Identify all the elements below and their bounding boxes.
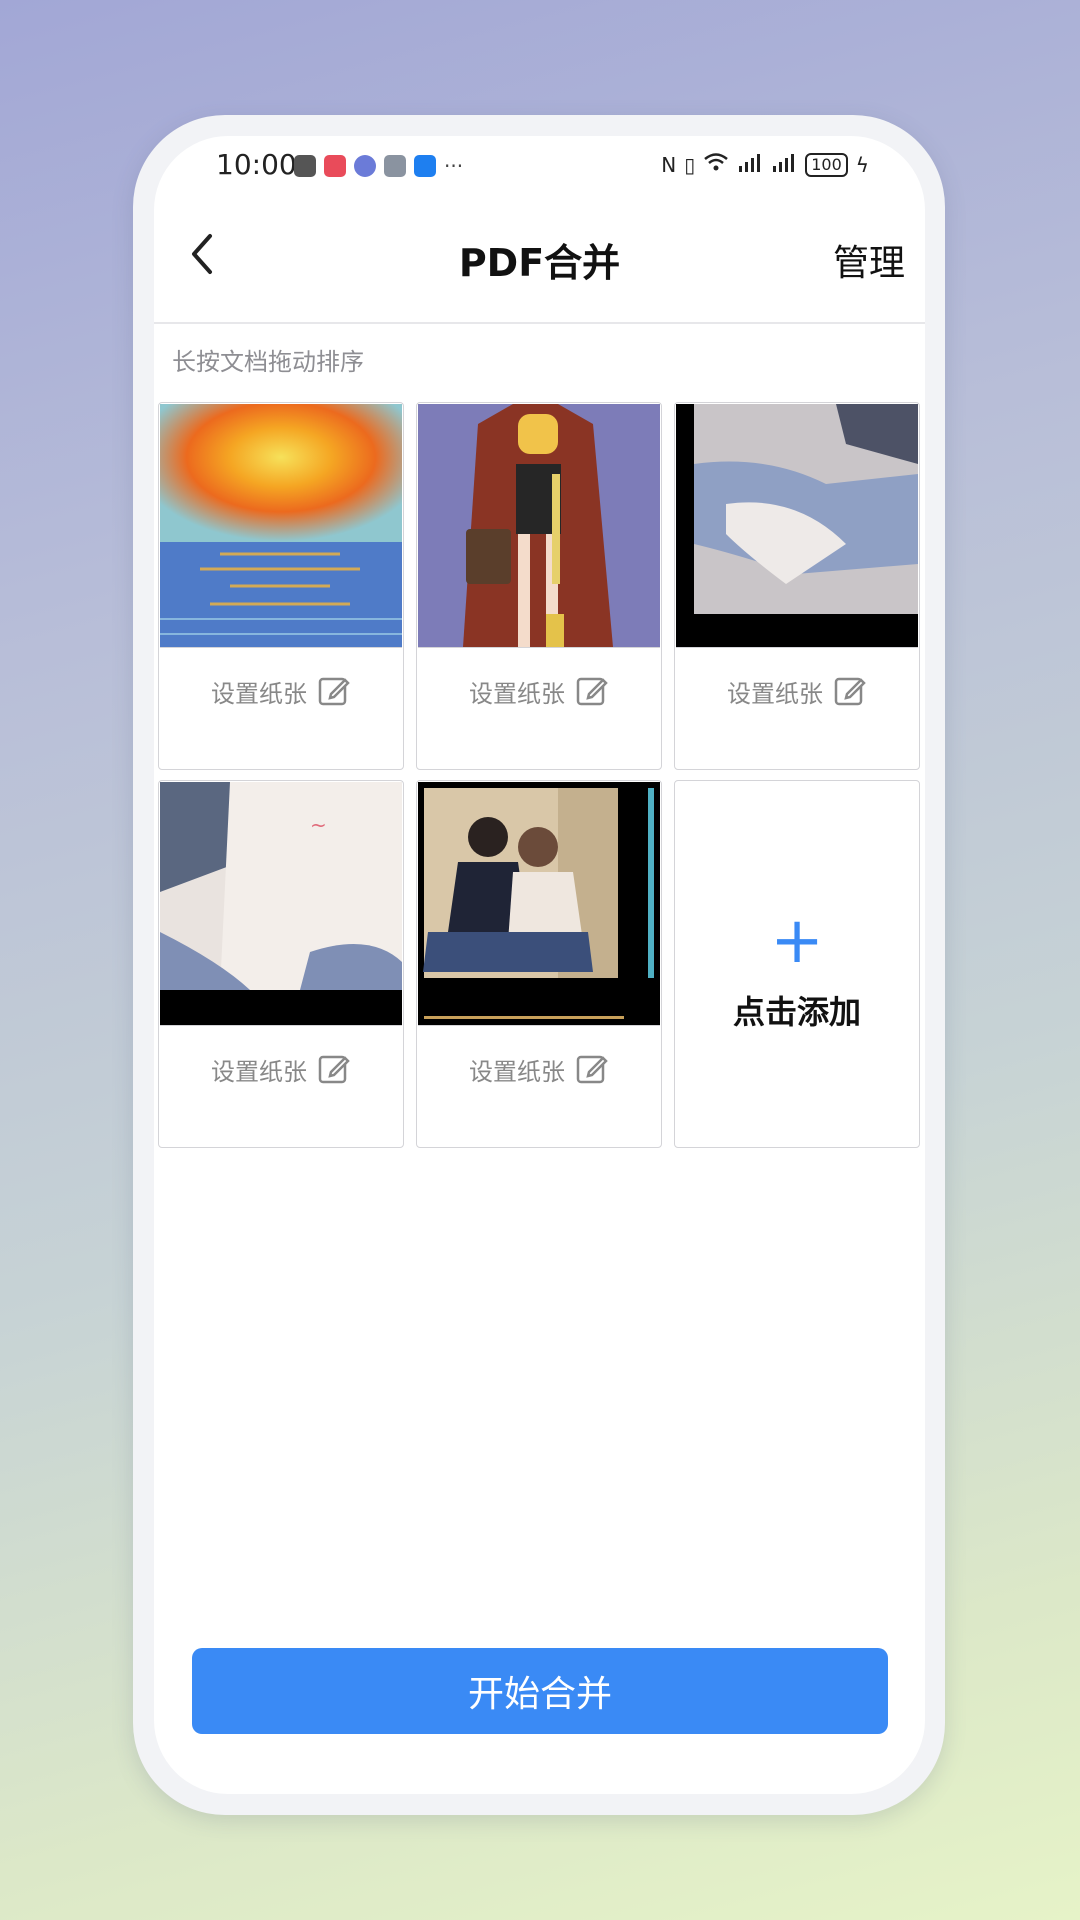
edit-icon: [318, 677, 350, 706]
huawei-app-icon: [324, 155, 346, 177]
set-paper-label: 设置纸张: [469, 679, 565, 708]
manage-button[interactable]: 管理: [833, 234, 905, 286]
document-thumbnail[interactable]: [676, 404, 918, 648]
document-card[interactable]: ~ 设置纸张: [158, 780, 404, 1148]
set-paper-button[interactable]: 设置纸张: [417, 671, 661, 711]
app-header: PDF合并 管理: [154, 196, 925, 324]
add-document-button[interactable]: + 点击添加: [674, 780, 920, 1148]
weather-icon: [414, 155, 436, 177]
music-icon: [354, 155, 376, 177]
set-paper-button[interactable]: 设置纸张: [675, 671, 919, 711]
signal-icon-1: [737, 152, 763, 177]
vibrate-icon: ▯: [684, 152, 696, 177]
document-card[interactable]: 设置纸张: [158, 402, 404, 770]
document-card[interactable]: 设置纸张: [416, 402, 662, 770]
mail-icon: [294, 155, 316, 177]
plus-icon: +: [770, 904, 824, 978]
edit-icon: [576, 677, 608, 706]
system-icons: N ▯ 100 ϟ: [661, 152, 869, 177]
status-time: 10:00: [216, 148, 297, 181]
set-paper-button[interactable]: 设置纸张: [159, 1049, 403, 1089]
document-card[interactable]: 设置纸张: [416, 780, 662, 1148]
set-paper-label: 设置纸张: [211, 1057, 307, 1086]
edit-icon: [318, 1055, 350, 1084]
signal-icon-2: [771, 152, 797, 177]
set-paper-label: 设置纸张: [211, 679, 307, 708]
set-paper-label: 设置纸张: [727, 679, 823, 708]
sort-hint: 长按文档拖动排序: [172, 348, 364, 376]
status-bar: 10:00 ··· N ▯ 100 ϟ: [154, 136, 925, 196]
start-merge-button[interactable]: 开始合并: [192, 1648, 888, 1734]
nfc-icon: N: [661, 152, 677, 177]
battery-icon: 100: [805, 152, 848, 177]
page-title: PDF合并: [458, 241, 621, 285]
set-paper-button[interactable]: 设置纸张: [417, 1049, 661, 1089]
app-screen: 10:00 ··· N ▯ 100 ϟ PDF合并 管理 长按文档拖动排序 设置…: [154, 136, 925, 1794]
more-notifications-icon: ···: [444, 154, 464, 178]
document-thumbnail[interactable]: ~: [160, 782, 402, 1026]
notification-icons: ···: [294, 154, 463, 178]
calendar-icon: [384, 155, 406, 177]
wifi-icon: [703, 152, 729, 177]
set-paper-button[interactable]: 设置纸张: [159, 671, 403, 711]
document-thumbnail[interactable]: [160, 404, 402, 648]
document-card[interactable]: 设置纸张: [674, 402, 920, 770]
svg-text:~: ~: [310, 813, 327, 837]
set-paper-label: 设置纸张: [469, 1057, 565, 1086]
charging-icon: ϟ: [855, 152, 869, 177]
edit-icon: [576, 1055, 608, 1084]
edit-icon: [834, 677, 866, 706]
document-thumbnail[interactable]: [418, 404, 660, 648]
document-thumbnail[interactable]: [418, 782, 660, 1026]
add-document-label: 点击添加: [732, 993, 861, 1031]
